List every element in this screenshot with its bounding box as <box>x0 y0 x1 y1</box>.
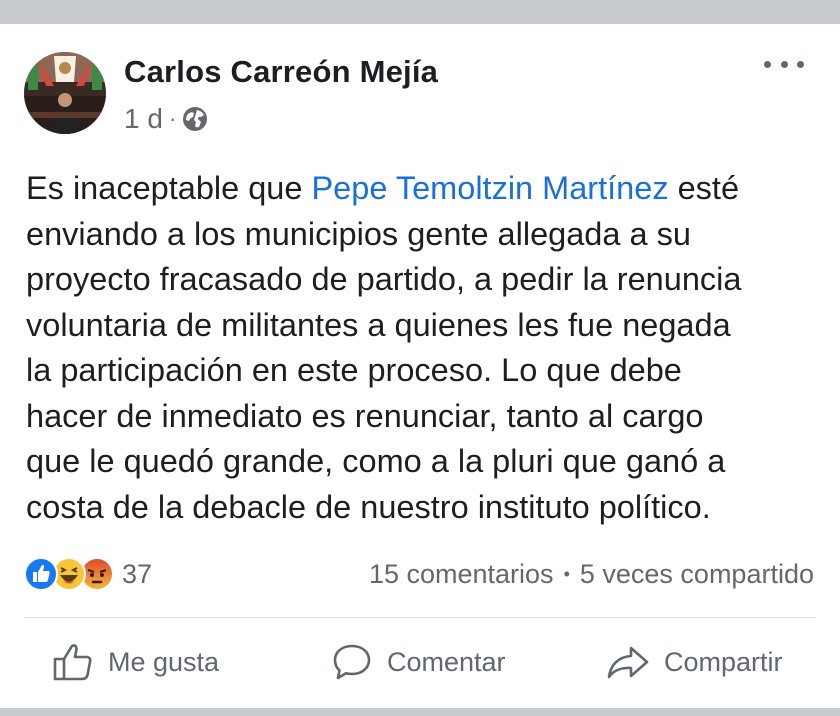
post-text-line: costa de la debacle de nuestro instituto… <box>26 488 711 525</box>
feed-separator <box>0 708 840 716</box>
reaction-count[interactable]: 37 <box>122 559 152 590</box>
globe-icon[interactable] <box>182 106 208 132</box>
action-bar: Me gusta Comentar Compartir <box>0 622 840 702</box>
comment-icon <box>333 644 371 680</box>
post-text-line: la participación en este proceso. Lo que… <box>26 352 682 388</box>
post-text-line: voluntaria de militantes a quienes les f… <box>26 306 731 343</box>
post-time[interactable]: 1 d <box>124 103 163 135</box>
comment-button[interactable]: Comentar <box>331 622 506 702</box>
post-card: Carlos Carreón Mejía 1 d · Es inaceptabl… <box>0 24 840 708</box>
post-text: Es inaceptable que Pepe Temoltzin Martín… <box>26 166 826 530</box>
post-text-line: enviando a los municipios gente allegada… <box>26 215 691 252</box>
comment-label: Comentar <box>387 646 506 677</box>
share-button[interactable]: Compartir <box>606 622 783 702</box>
engagement-stats: 15 comentarios • 5 veces compartido <box>369 556 814 592</box>
share-label: Compartir <box>664 646 783 677</box>
like-label: Me gusta <box>108 646 220 677</box>
reactions-summary[interactable]: 37 <box>24 556 152 592</box>
thumbs-up-icon <box>53 644 92 681</box>
post-text-line: hacer de inmediato es renunciar, tanto a… <box>26 397 704 434</box>
post-text-segment: Es inaceptable que <box>26 170 312 206</box>
post-text-line: que le quedó grande, como a la pluri que… <box>26 443 726 479</box>
author-avatar[interactable] <box>24 52 106 134</box>
post-text-segment: esté <box>668 170 740 206</box>
meta-separator: · <box>168 106 177 131</box>
tagged-person-link[interactable]: Pepe Temoltzin Martínez <box>312 170 669 206</box>
comments-count[interactable]: 15 comentarios <box>369 559 554 590</box>
post-text-line: proyecto fracasado de partido, a pedir l… <box>26 261 742 297</box>
post-meta: 1 d · <box>124 102 208 136</box>
share-icon <box>607 646 649 679</box>
divider <box>24 617 816 618</box>
stats-separator: • <box>563 563 570 584</box>
shares-count[interactable]: 5 veces compartido <box>580 559 814 590</box>
like-button[interactable]: Me gusta <box>52 622 219 702</box>
author-name[interactable]: Carlos Carreón Mejía <box>124 54 438 90</box>
more-options-icon[interactable] <box>764 54 804 74</box>
post-text-line: Es inaceptable que Pepe Temoltzin Martín… <box>26 166 826 212</box>
like-icon <box>24 557 58 591</box>
